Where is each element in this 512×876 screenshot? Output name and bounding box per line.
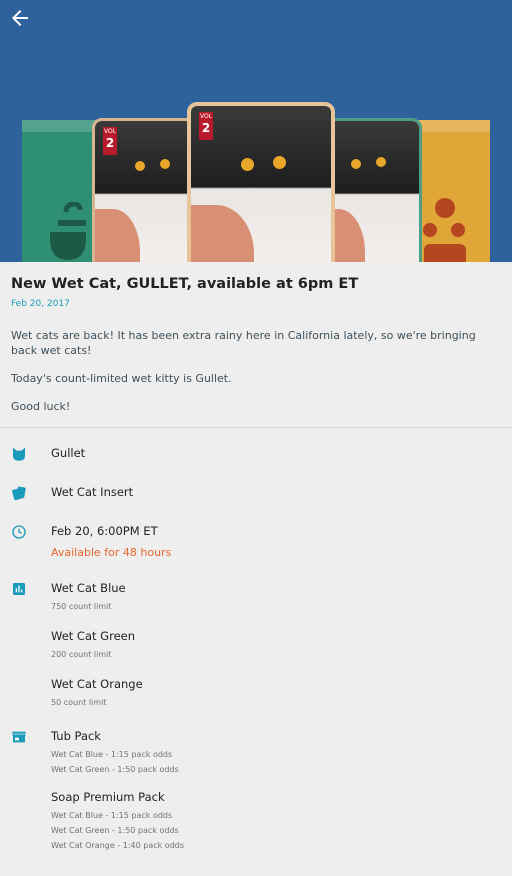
cat-name: Gullet: [51, 446, 86, 460]
variant-name: Wet Cat Orange: [51, 677, 143, 691]
arrow-left-icon: [12, 10, 28, 26]
detail-row-pack: Tub Pack Wet Cat Blue - 1:15 pack odds W…: [0, 729, 512, 774]
detail-row-pack: Soap Premium Pack Wet Cat Blue - 1:15 pa…: [0, 790, 512, 850]
cat-head-icon: [13, 447, 25, 461]
detail-row-variant: Wet Cat Orange 50 count limit: [0, 677, 512, 707]
divider: [0, 427, 512, 428]
vol-badge: VOL 2: [199, 112, 213, 140]
release-time: Feb 20, 6:00PM ET: [51, 524, 158, 538]
pack-odds: Wet Cat Green - 1:50 pack odds: [51, 765, 179, 774]
pack-odds: Wet Cat Orange - 1:40 pack odds: [51, 841, 185, 850]
vol-badge: VOL 2: [103, 127, 117, 155]
sink-icon: [50, 202, 86, 260]
detail-row-variant: Wet Cat Green 200 count limit: [0, 629, 512, 659]
back-button[interactable]: [8, 6, 32, 30]
cards-icon: [12, 486, 26, 501]
variant-limit: 750 count limit: [51, 602, 112, 611]
green-pack-image: [22, 120, 102, 262]
detail-row-name: Gullet: [0, 446, 512, 461]
pack-odds: Wet Cat Blue - 1:15 pack odds: [51, 750, 173, 759]
detail-row-time: Feb 20, 6:00PM ET Available for 48 hours: [0, 524, 512, 559]
pack-odds: Wet Cat Blue - 1:15 pack odds: [51, 811, 173, 820]
detail-row-variant: Wet Cat Blue 750 count limit: [0, 581, 512, 611]
hero-banner: VOL 2 VOL 2: [0, 0, 512, 262]
article: New Wet Cat, GULLET, available at 6pm ET…: [0, 262, 512, 414]
set-name: Wet Cat Insert: [51, 485, 134, 499]
article-body: Wet cats are back! It has been extra rai…: [11, 328, 501, 414]
details-list: Gullet Wet Cat Insert Feb 20, 6:00PM ET …: [0, 446, 512, 850]
article-paragraph: Good luck!: [11, 400, 71, 413]
article-title: New Wet Cat, GULLET, available at 6pm ET: [11, 276, 359, 292]
pack-name: Tub Pack: [51, 729, 101, 743]
availability-text: Available for 48 hours: [51, 546, 172, 559]
variant-limit: 50 count limit: [51, 698, 107, 707]
article-paragraph: Today's count-limited wet kitty is Gulle…: [11, 372, 232, 385]
article-paragraph: Wet cats are back! It has been extra rai…: [11, 329, 476, 357]
variant-limit: 200 count limit: [51, 650, 112, 659]
pack-name: Soap Premium Pack: [51, 790, 165, 804]
detail-row-set: Wet Cat Insert: [0, 485, 512, 501]
bar-chart-icon: [13, 583, 25, 595]
variant-name: Wet Cat Green: [51, 629, 136, 643]
article-date: Feb 20, 2017: [11, 299, 70, 309]
wet-cat-card-left: VOL 2: [92, 118, 198, 262]
clock-icon: [12, 525, 26, 539]
store-icon: [12, 731, 26, 743]
variant-name: Wet Cat Blue: [51, 581, 126, 595]
pack-odds: Wet Cat Green - 1:50 pack odds: [51, 826, 179, 835]
wet-cat-card-center: VOL 2: [187, 102, 335, 262]
cat-dots-icon: [423, 198, 466, 262]
